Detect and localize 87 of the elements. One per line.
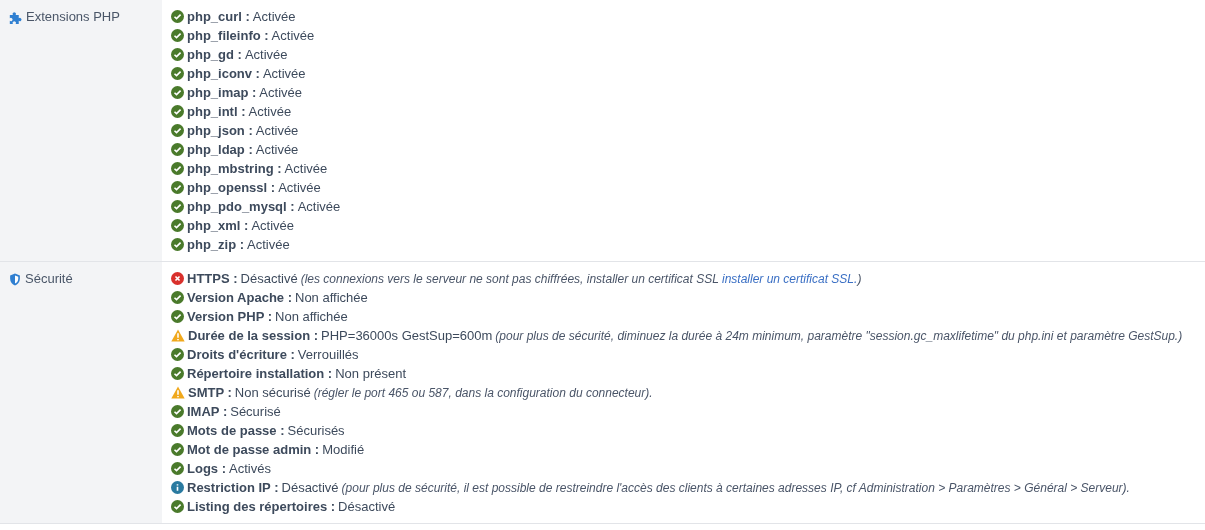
- check-note: (pour plus de sécurité, diminuez la durée à 24m minimum, paramètre "session.gc_maxlifetime" du php.ini et paramètre GestSup.): [495, 328, 1183, 343]
- check-circle-icon: [171, 291, 184, 304]
- check-note: (les connexions vers le serveur ne sont pas chiffrées, installer un certificat SSL installer un certificat SSL.): [300, 271, 862, 286]
- check-label: Mot de passe admin :: [187, 442, 320, 457]
- check-circle-icon: [171, 48, 184, 61]
- check-label: SMTP :: [188, 385, 232, 400]
- check-value: Activée: [278, 180, 321, 195]
- puzzle-icon: [9, 11, 22, 24]
- check-circle-icon: [171, 348, 184, 361]
- check-label: Restriction IP :: [187, 480, 279, 495]
- check-circle-icon: [171, 67, 184, 80]
- check-value: Non affichée: [295, 290, 368, 305]
- check-value: Désactivé: [240, 271, 298, 286]
- check-circle-icon: [171, 443, 184, 456]
- check-value: Activée: [262, 66, 306, 81]
- check-label: php_curl :: [187, 9, 250, 24]
- check-value: Activée: [255, 123, 299, 138]
- check-circle-icon: [171, 105, 184, 118]
- check-label: php_fileinfo :: [187, 28, 269, 43]
- check-circle-icon: [171, 10, 184, 23]
- check-value: Sécurisés: [287, 423, 345, 438]
- check-value: Non affichée: [275, 309, 348, 324]
- check-value: Activée: [297, 199, 341, 214]
- check-circle-icon: [171, 200, 184, 213]
- check-value: Activée: [251, 218, 295, 233]
- check-label: Durée de la session :: [188, 328, 319, 343]
- section-title: Sécurité: [25, 271, 73, 287]
- check-label: php_mbstring :: [187, 161, 282, 176]
- check-circle-icon: [171, 424, 184, 437]
- info-icon: [171, 481, 184, 494]
- check-circle-icon: [171, 238, 184, 251]
- check-label: php_xml :: [187, 218, 249, 233]
- check-label: php_openssl :: [187, 180, 276, 195]
- check-circle-icon: [171, 310, 184, 323]
- check-value: Activée: [271, 28, 315, 43]
- check-label: Version PHP :: [187, 309, 272, 324]
- check-label: Mots de passe :: [187, 423, 285, 438]
- shield-icon: [9, 273, 21, 286]
- check-label: HTTPS :: [187, 271, 238, 286]
- check-label: php_pdo_mysql :: [187, 199, 295, 214]
- check-label: IMAP :: [187, 404, 228, 419]
- check-circle-icon: [171, 143, 184, 156]
- check-label: php_json :: [187, 123, 253, 138]
- check-label: php_iconv :: [187, 66, 260, 81]
- check-circle-icon: [171, 462, 184, 475]
- warning-icon: [171, 386, 185, 399]
- check-label: Droits d'écriture :: [187, 347, 295, 362]
- check-label: php_imap :: [187, 85, 257, 100]
- check-circle-icon: [171, 405, 184, 418]
- check-label: Version Apache :: [187, 290, 292, 305]
- check-value: Activée: [247, 237, 290, 252]
- check-circle-icon: [171, 500, 184, 513]
- check-label: php_gd :: [187, 47, 242, 62]
- check-note: (régler le port 465 ou 587, dans la configuration du connecteur).: [313, 385, 653, 400]
- check-label: php_zip :: [187, 237, 245, 252]
- check-circle-icon: [171, 181, 184, 194]
- check-value: Activée: [244, 47, 288, 62]
- check-note: (pour plus de sécurité, il est possible de restreindre l'accès des clients à certaines adresses IP, cf Administration > Paramètres > Général > Serveur).: [341, 480, 1130, 495]
- check-circle-icon: [171, 124, 184, 137]
- check-label: Logs :: [187, 461, 226, 476]
- check-circle-icon: [171, 86, 184, 99]
- check-circle-icon: [171, 367, 184, 380]
- check-value: Activée: [252, 9, 296, 24]
- check-value: Activée: [255, 142, 299, 157]
- check-label: Répertoire installation :: [187, 366, 333, 381]
- check-value: Non présent: [335, 366, 407, 381]
- check-circle-icon: [171, 162, 184, 175]
- check-value: Désactivé: [338, 499, 396, 514]
- section-title: Extensions PHP: [26, 9, 120, 25]
- check-value: Sécurisé: [230, 404, 281, 419]
- check-label: php_intl :: [187, 104, 246, 119]
- check-label: Listing des répertoires :: [187, 499, 336, 514]
- check-value: Activée: [284, 161, 328, 176]
- error-circle-icon: [171, 272, 184, 285]
- check-value: Activée: [248, 104, 292, 119]
- certificate-link[interactable]: installer un certificat SSL.: [721, 271, 858, 286]
- check-value: Activée: [259, 85, 302, 100]
- warning-icon: [171, 329, 185, 342]
- check-circle-icon: [171, 29, 184, 42]
- check-value: Modifié: [322, 442, 365, 457]
- check-value: Non sécurisé: [234, 385, 311, 400]
- check-value: Activés: [229, 461, 271, 476]
- check-value: PHP=36000s GestSup=600m: [321, 328, 493, 343]
- check-value: Désactivé: [281, 480, 339, 495]
- check-circle-icon: [171, 219, 184, 232]
- check-value: Verrouillés: [297, 347, 359, 362]
- check-label: php_ldap :: [187, 142, 253, 157]
